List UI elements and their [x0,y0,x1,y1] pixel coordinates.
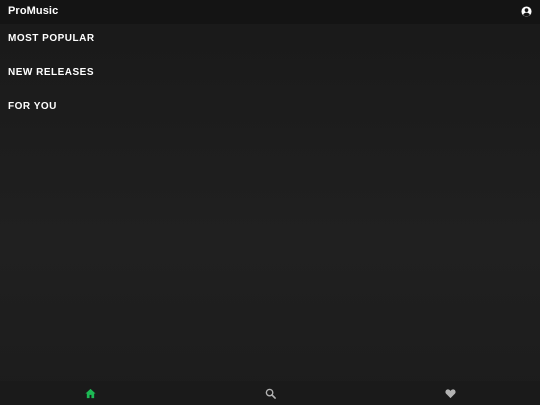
section-for-you: FOR YOU [8,101,57,112]
app-title: ProMusic [8,5,59,17]
bottom-navigation [0,381,540,405]
account-button[interactable] [521,6,532,17]
top-bar: ProMusic [0,0,540,24]
section-new-releases: NEW RELEASES [8,67,95,78]
nav-favorites-button[interactable] [445,388,456,399]
search-icon [265,388,276,399]
nav-home-button[interactable] [85,388,96,399]
nav-search-button[interactable] [265,388,276,399]
account-circle-icon [521,6,532,17]
app-screen: ProMusic MOST POPULAR NEW RELEASES FOR Y… [0,0,540,405]
heart-icon [445,389,456,399]
section-most-popular: MOST POPULAR [8,33,95,44]
home-icon [85,388,96,399]
